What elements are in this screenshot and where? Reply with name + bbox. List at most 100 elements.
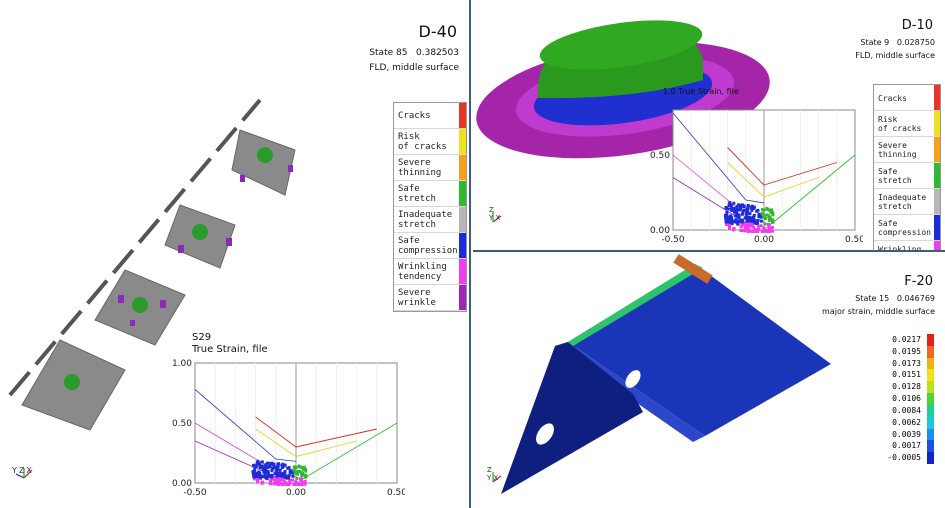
x-tick-label: 0.00 — [286, 488, 306, 498]
strain-point — [739, 225, 743, 229]
strain-point — [756, 224, 760, 228]
legend-swatch — [934, 163, 940, 188]
legend-swatch — [459, 129, 466, 154]
scale-label: 0.0217 — [892, 335, 921, 344]
legend-item-label: Risk of cracks — [878, 115, 922, 133]
strain-point — [755, 209, 759, 213]
legend-item: Severe thinning — [874, 137, 940, 163]
scale-swatch — [927, 416, 934, 429]
x-tick-label: -0.50 — [183, 488, 207, 498]
legend-item: Risk of cracks — [394, 129, 466, 155]
legend-item-label: Inadequate stretch — [398, 210, 453, 230]
strain-point — [269, 479, 273, 483]
strain-point — [735, 214, 739, 218]
strain-point — [740, 228, 744, 232]
strain-point — [260, 460, 264, 464]
fld-diagram[interactable]: 0.500.00-0.500.000.50 — [643, 102, 863, 252]
legend-swatch — [459, 285, 466, 310]
fld-legend: Cracks Risk of cracks Severe thinning Safe … — [873, 84, 941, 250]
scale-label: 0.0173 — [892, 358, 921, 368]
strain-point — [270, 469, 274, 473]
scale-swatch — [927, 381, 934, 394]
strain-point — [291, 474, 295, 478]
legend-item-label: Cracks — [878, 93, 907, 103]
legend-swatch — [934, 85, 940, 110]
legend-item-label: Severe wrinkle — [398, 288, 436, 308]
x-tick-label: 0.00 — [754, 235, 774, 245]
strain-point — [298, 477, 302, 481]
strain-point — [757, 227, 761, 231]
strain-point — [725, 211, 729, 215]
strain-point — [256, 471, 260, 475]
strain-point — [302, 481, 306, 485]
strain-point — [740, 212, 744, 216]
strain-point — [761, 230, 765, 233]
strain-point — [282, 471, 286, 475]
legend-item-label: Cracks — [398, 111, 431, 121]
strain-point — [770, 208, 774, 212]
fld-diagram[interactable]: 1.000.500.00-0.500.000.50 — [165, 355, 405, 505]
strain-point — [276, 483, 280, 486]
legend-item: Severe thinning — [394, 155, 466, 181]
strain-point — [284, 481, 288, 485]
strain-point — [278, 468, 282, 472]
legend-swatch — [934, 215, 940, 240]
strain-point — [270, 461, 274, 465]
legend-item: Safe stretch — [874, 163, 940, 189]
scale-label: 0.0128 — [892, 382, 921, 392]
strain-point — [291, 478, 295, 482]
strain-point — [752, 215, 756, 219]
legend-item-label: Severe thinning — [398, 158, 442, 178]
scale-label: 0.0106 — [892, 394, 921, 404]
legend-item-label: Wrinkling tendency — [398, 262, 447, 282]
x-tick-label: 0.50 — [387, 488, 405, 498]
strain-point — [763, 222, 767, 226]
color-scale: 0.0217 0.0195 0.0173 0.0151 0.0128 0.0106 0.00… — [865, 334, 941, 464]
legend-item: Inadequate stretch — [874, 189, 940, 215]
strain-point — [762, 214, 766, 218]
strain-point — [736, 222, 740, 226]
scale-swatch — [927, 345, 934, 358]
legend-swatch — [459, 155, 466, 180]
strain-point — [256, 478, 260, 482]
strain-point — [728, 200, 732, 204]
scale-label: 0.0151 — [892, 370, 921, 380]
legend-swatch — [934, 137, 940, 162]
scale-swatch — [927, 428, 934, 441]
strain-point — [294, 480, 298, 484]
strain-point — [285, 475, 289, 479]
strain-point — [288, 469, 292, 473]
viewport-left[interactable]: D-40 State 85 0.382503 FLD, middle surfa… — [0, 0, 471, 508]
strain-point — [759, 219, 763, 223]
legend-item-label: Risk of cracks — [398, 132, 447, 152]
x-tick-label: 0.50 — [845, 235, 863, 245]
legend-swatch — [459, 233, 466, 258]
scale-swatch — [927, 393, 934, 405]
scale-label: -0.0005 — [887, 453, 921, 463]
strain-point — [754, 220, 758, 224]
strain-point — [725, 213, 729, 217]
strain-point — [753, 227, 757, 231]
viewport-top-right[interactable]: D-10 State 9 0.028750 FLD, middle surfac… — [473, 0, 945, 252]
strain-point — [746, 230, 750, 233]
legend-swatch — [459, 103, 466, 128]
strain-point — [276, 464, 280, 468]
strain-point — [288, 481, 292, 485]
strain-point — [286, 466, 290, 470]
strain-point — [746, 204, 750, 208]
fld-title: 1.0 True Strain, file — [663, 87, 739, 96]
axis-triad-labels: YZX — [12, 466, 32, 475]
x-tick-label: -0.50 — [661, 235, 685, 245]
viewport-bottom-right[interactable]: F-20 State 15 0.046769 major strain, mid… — [473, 254, 945, 508]
strain-point — [771, 218, 775, 222]
legend-item-label: Severe thinning — [878, 141, 917, 159]
strain-point — [272, 482, 276, 486]
y-tick-label: 1.00 — [172, 359, 192, 369]
strain-point — [732, 206, 736, 210]
strain-point — [292, 465, 296, 469]
strain-point — [761, 208, 765, 212]
strain-point — [260, 481, 264, 485]
strain-point — [759, 224, 763, 228]
legend-swatch — [934, 189, 940, 214]
strain-point — [293, 483, 297, 486]
